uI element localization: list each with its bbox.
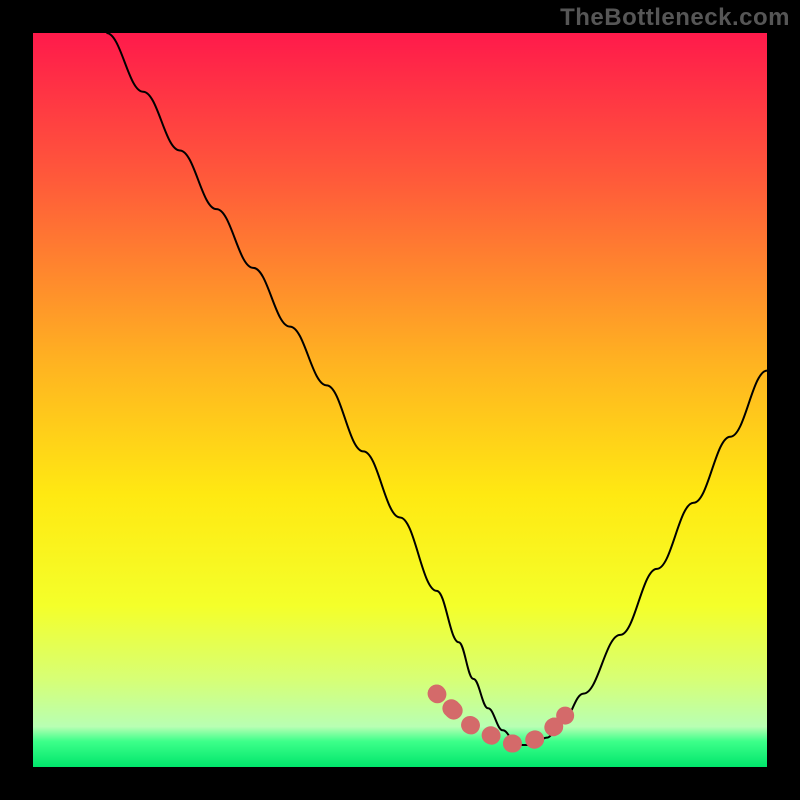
optimal-range-dot	[428, 685, 446, 703]
watermark-text: TheBottleneck.com	[560, 4, 790, 32]
optimal-range-dot	[556, 707, 574, 725]
chart-frame: { "watermark": "TheBottleneck.com", "cha…	[0, 0, 800, 800]
optimal-range-dot	[442, 699, 460, 717]
plot-background	[33, 33, 767, 767]
bottleneck-chart	[0, 0, 800, 800]
